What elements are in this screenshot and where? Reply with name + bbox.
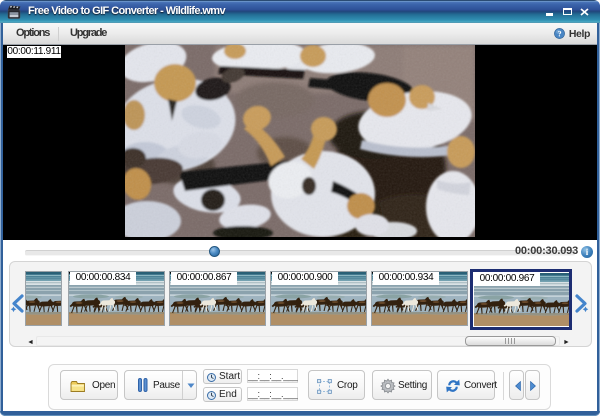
svg-text:?: ? bbox=[558, 29, 562, 38]
